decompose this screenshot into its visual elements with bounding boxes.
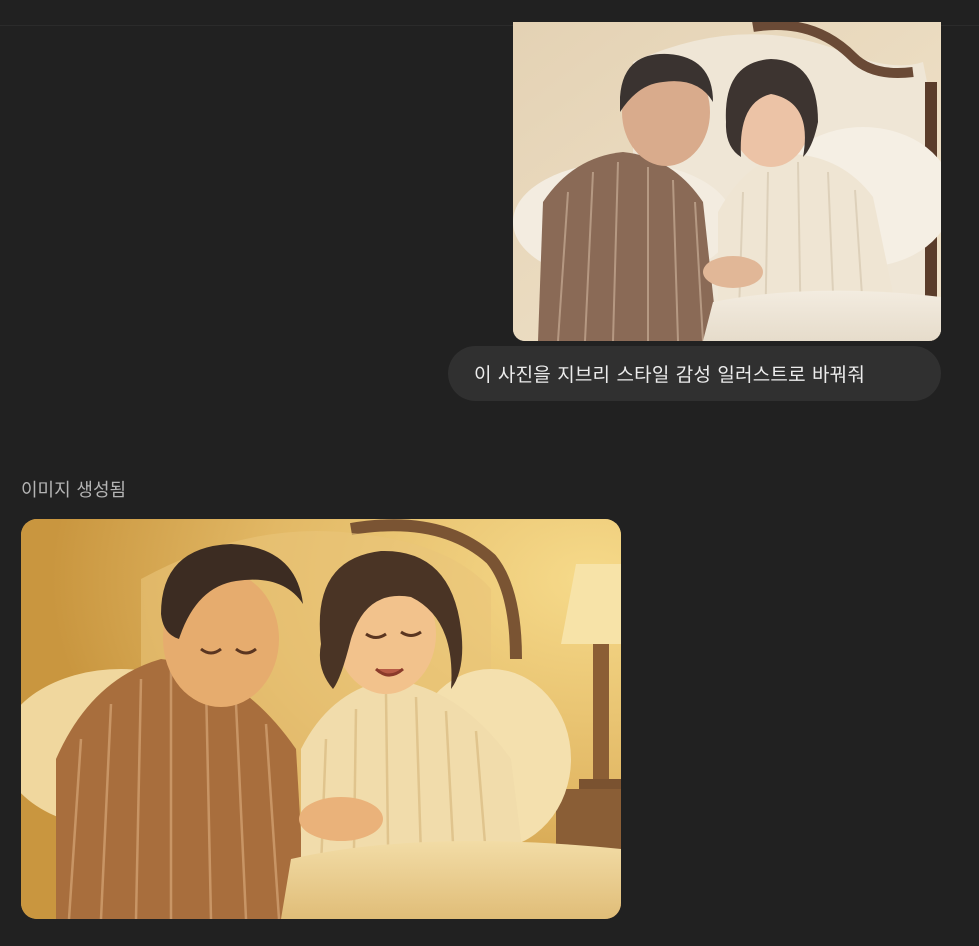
user-message-text: 이 사진을 지브리 스타일 감성 일러스트로 바꿔줘 (474, 364, 866, 386)
user-message-bubble: 이 사진을 지브리 스타일 감성 일러스트로 바꿔줘 (448, 346, 941, 401)
user-photo-graphic (513, 22, 941, 341)
generated-image-graphic (21, 519, 621, 919)
image-generated-label: 이미지 생성됨 (21, 480, 127, 501)
generated-image[interactable] (21, 519, 621, 919)
user-uploaded-photo[interactable] (513, 22, 941, 341)
